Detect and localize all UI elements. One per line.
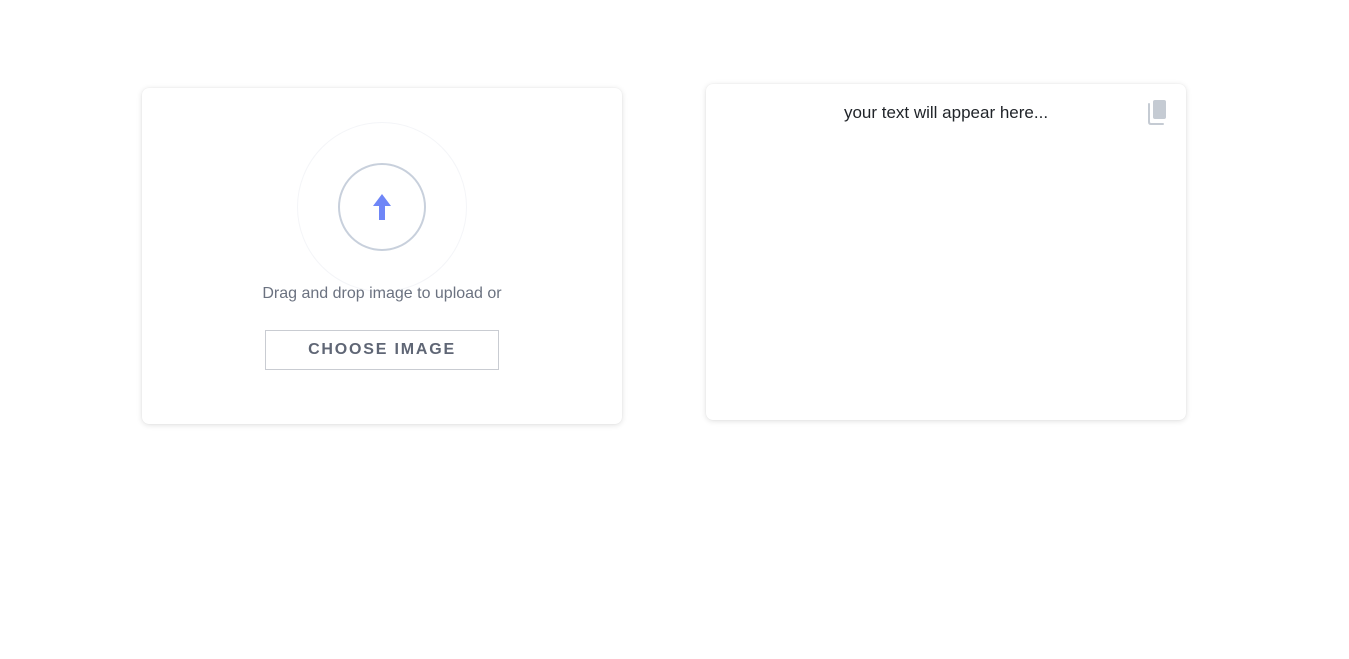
text-output-card: your text will appear here... <box>706 84 1186 420</box>
drop-instruction: Drag and drop image to upload or <box>262 285 502 302</box>
copy-icon[interactable] <box>1146 98 1170 126</box>
choose-image-button[interactable]: CHOOSE IMAGE <box>265 330 499 370</box>
upload-card[interactable]: Drag and drop image to upload or CHOOSE … <box>142 88 622 424</box>
page: Drag and drop image to upload or CHOOSE … <box>0 0 1349 659</box>
output-placeholder: your text will appear here... <box>843 103 1049 122</box>
upload-button[interactable] <box>338 163 426 251</box>
arrow-up-icon <box>371 193 393 221</box>
